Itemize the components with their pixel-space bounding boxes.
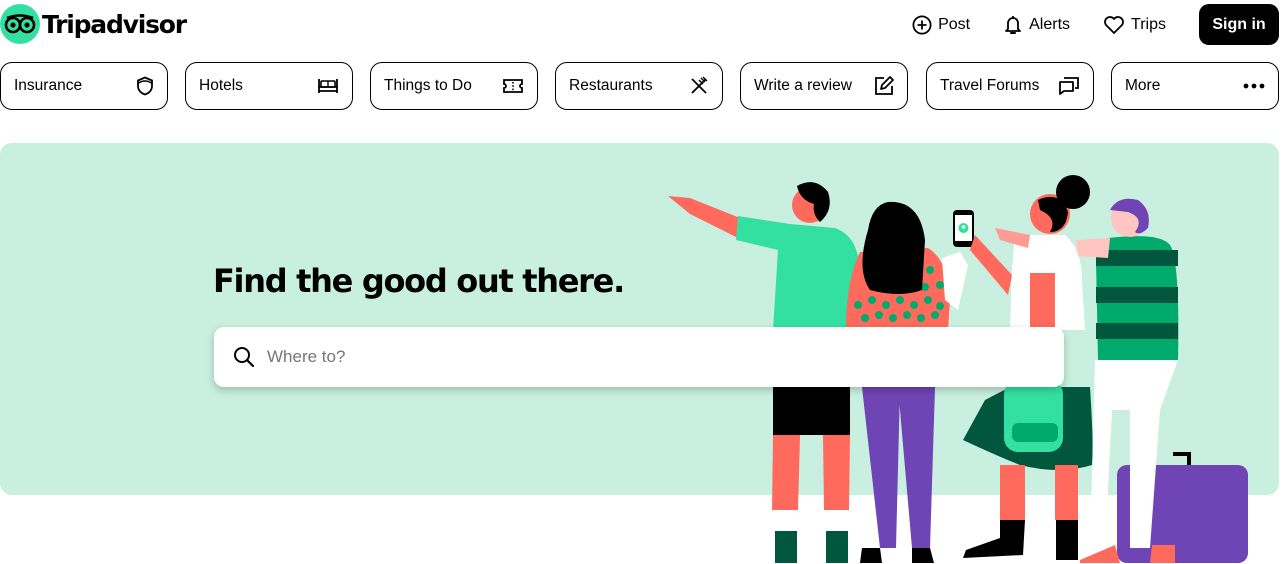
- post-link[interactable]: Post: [912, 14, 971, 35]
- top-header: Tripadvisor Post Alerts Trips Sign in: [0, 0, 1285, 50]
- owl-logo-icon: [0, 4, 40, 44]
- search-input[interactable]: [267, 347, 1027, 367]
- category-label: Write a review: [754, 77, 852, 94]
- ticket-icon: [502, 78, 524, 94]
- category-label: Insurance: [14, 77, 83, 94]
- alerts-link[interactable]: Alerts: [1003, 14, 1070, 36]
- category-label: Travel Forums: [940, 77, 1040, 94]
- category-label: Hotels: [199, 77, 243, 94]
- brand-name: Tripadvisor: [42, 9, 187, 39]
- category-label: Restaurants: [569, 77, 653, 94]
- category-label: Things to Do: [384, 77, 472, 94]
- chat-icon: [1058, 76, 1080, 96]
- alerts-label: Alerts: [1029, 15, 1071, 33]
- tripadvisor-logo[interactable]: Tripadvisor: [0, 4, 187, 44]
- edit-icon: [874, 76, 894, 96]
- post-label: Post: [938, 15, 971, 33]
- category-more[interactable]: More: [1111, 62, 1279, 110]
- plus-circle-icon: [912, 14, 932, 35]
- shield-icon: [136, 76, 154, 96]
- search-bar[interactable]: [214, 327, 1064, 387]
- category-things-to-do[interactable]: Things to Do: [370, 62, 538, 110]
- more-dots-icon: [1243, 83, 1265, 89]
- bed-icon: [317, 77, 339, 95]
- category-label: More: [1125, 77, 1161, 94]
- trips-label: Trips: [1131, 15, 1166, 33]
- category-restaurants[interactable]: Restaurants: [555, 62, 723, 110]
- hero-title: Find the good out there.: [213, 262, 625, 300]
- category-nav: Insurance Hotels Things to Do Restaurant…: [0, 62, 1285, 110]
- heart-icon: [1104, 15, 1124, 34]
- category-hotels[interactable]: Hotels: [185, 62, 353, 110]
- category-travel-forums[interactable]: Travel Forums: [926, 62, 1094, 110]
- category-insurance[interactable]: Insurance: [0, 62, 168, 110]
- search-icon: [234, 347, 255, 368]
- header-nav: Post Alerts Trips Sign in: [912, 4, 1285, 45]
- sign-in-button[interactable]: Sign in: [1199, 4, 1279, 45]
- hero-banner: [0, 143, 1279, 495]
- category-write-review[interactable]: Write a review: [740, 62, 908, 110]
- trips-link[interactable]: Trips: [1103, 15, 1166, 35]
- bell-icon: [1005, 15, 1022, 34]
- fork-knife-icon: [689, 76, 709, 96]
